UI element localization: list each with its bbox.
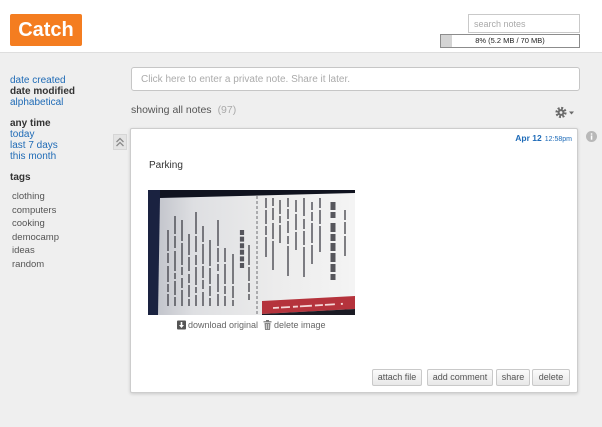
filter-last-7-days[interactable]: last 7 days [10, 140, 58, 151]
gear-icon [555, 106, 567, 119]
storage-usage-bar: 8% (5.2 MB / 70 MB) [440, 34, 580, 48]
trash-icon[interactable] [263, 320, 272, 330]
settings-menu-graphic [555, 106, 574, 119]
caret-down-icon [569, 111, 574, 115]
filter-today[interactable]: today [10, 129, 34, 140]
delete-image-link[interactable]: delete image [274, 320, 326, 330]
note-time: 12:58pm [544, 136, 572, 143]
notes-filter-label: showing all notes [131, 104, 212, 116]
note-attached-photo[interactable] [148, 190, 355, 315]
double-chevron-up-icon [116, 137, 124, 147]
note-timestamp[interactable]: Apr 12 12:58pm [515, 132, 572, 145]
tag-item-clothing[interactable]: clothing [12, 190, 45, 203]
notes-list-header: showing all notes (97) [131, 104, 236, 117]
info-icon[interactable] [586, 131, 597, 142]
share-button[interactable]: share [496, 369, 530, 386]
note-date: Apr 12 [515, 133, 542, 143]
sidebar: date created date modified alphabetical … [0, 0, 125, 427]
filter-any-time[interactable]: any time [10, 118, 51, 129]
tag-item-random[interactable]: random [12, 258, 44, 271]
attach-file-button[interactable]: attach file [372, 369, 422, 386]
search-input[interactable] [468, 14, 580, 33]
sort-alphabetical[interactable]: alphabetical [10, 97, 63, 108]
note-card[interactable]: Apr 1212:58pm Parking download original [130, 128, 578, 393]
download-icon[interactable] [177, 320, 186, 330]
add-comment-button[interactable]: add comment [427, 369, 493, 386]
delete-note-button[interactable]: delete [532, 369, 570, 386]
tag-item-democamp[interactable]: democamp [12, 231, 59, 244]
settings-menu-button[interactable] [555, 106, 575, 119]
filter-this-month[interactable]: this month [10, 151, 56, 162]
tags-heading: tags [10, 172, 31, 183]
note-body-text[interactable]: Parking [149, 160, 183, 171]
sort-date-modified[interactable]: date modified [10, 86, 75, 97]
sort-date-created[interactable]: date created [10, 75, 66, 86]
new-note-input[interactable] [131, 67, 580, 91]
notes-count: (97) [217, 104, 237, 116]
tag-item-ideas[interactable]: ideas [12, 244, 35, 257]
tag-item-computers[interactable]: computers [12, 204, 56, 217]
tag-item-cooking[interactable]: cooking [12, 217, 45, 230]
photo-left-shadow [148, 190, 160, 315]
storage-usage-label: 8% (5.2 MB / 70 MB) [475, 36, 545, 45]
download-original-link[interactable]: download original [188, 320, 258, 330]
collapse-notes-button[interactable] [113, 134, 127, 150]
